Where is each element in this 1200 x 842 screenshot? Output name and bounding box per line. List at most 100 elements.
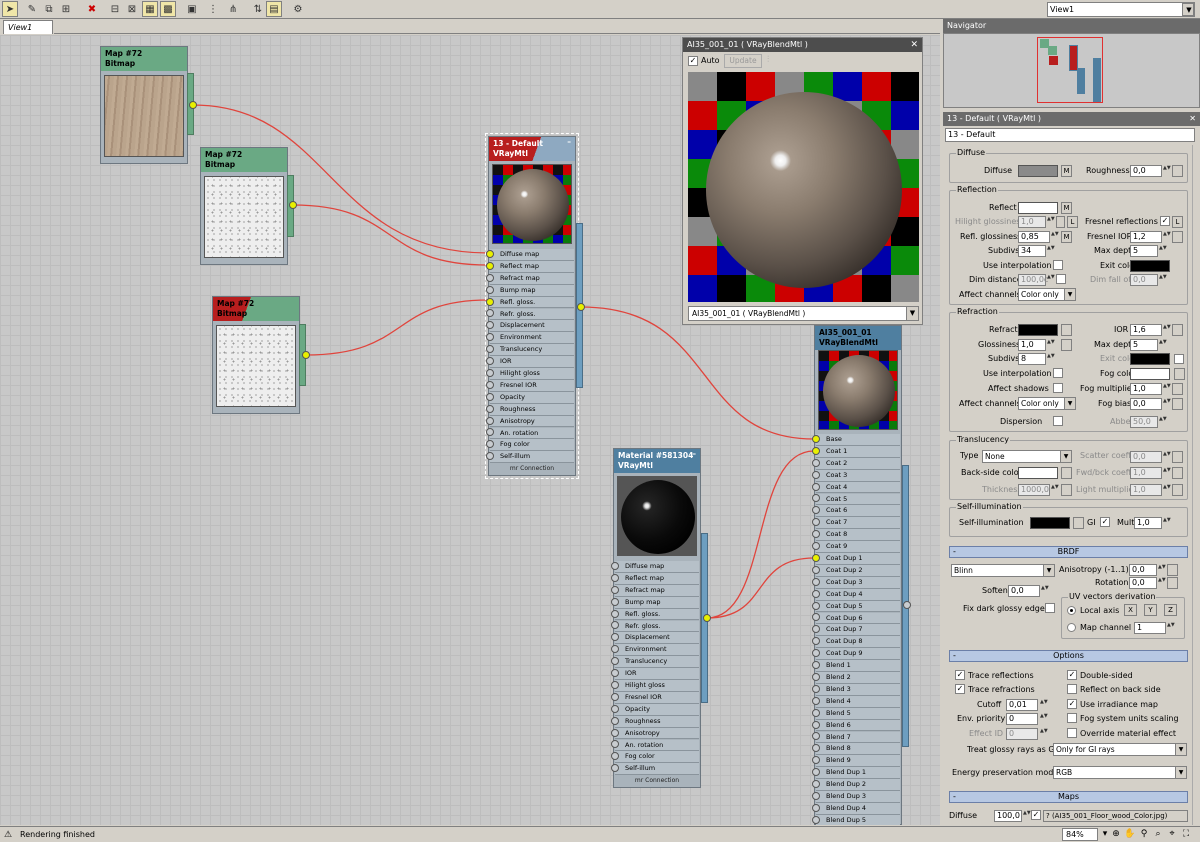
input-socket[interactable]: [611, 692, 619, 701]
node-slot[interactable]: Coat 3: [812, 469, 900, 482]
spinner-icon[interactable]: ▲▼: [1041, 585, 1049, 597]
input-socket[interactable]: [812, 506, 820, 515]
trace-reflections-checkbox[interactable]: ✓: [955, 670, 965, 680]
input-socket[interactable]: [611, 561, 619, 570]
node-slot[interactable]: Coat Dup 1: [812, 553, 900, 565]
node-slot[interactable]: Roughness: [486, 403, 574, 416]
node-slot[interactable]: Blend 7: [812, 731, 900, 744]
input-socket[interactable]: [611, 764, 619, 773]
input-socket[interactable]: [611, 597, 619, 606]
glossiness-field[interactable]: 1,0: [1018, 339, 1046, 351]
node-slot[interactable]: Opacity: [611, 703, 699, 716]
input-socket[interactable]: [611, 740, 619, 749]
node-slot[interactable]: Blend 8: [812, 743, 900, 756]
node-slot[interactable]: Fresnel IOR: [486, 379, 574, 392]
light-multiplier-field[interactable]: 1,0: [1130, 484, 1162, 496]
node-slot[interactable]: Diffuse map: [611, 561, 699, 573]
input-socket[interactable]: [812, 649, 820, 658]
update-button[interactable]: Update: [724, 54, 762, 68]
input-socket[interactable]: [611, 704, 619, 713]
layout-icon[interactable]: ⊟: [107, 1, 123, 17]
input-socket[interactable]: [812, 494, 820, 503]
output-socket[interactable]: [189, 101, 197, 109]
dim-falloff-field[interactable]: 0,0: [1130, 274, 1158, 286]
map-channel-field[interactable]: 1: [1134, 622, 1166, 634]
gi-checkbox[interactable]: ✓: [1100, 517, 1110, 527]
node-header[interactable]: Map #72 Bitmap: [213, 297, 299, 321]
eyedropper-icon[interactable]: ✎: [24, 1, 40, 17]
node-slot[interactable]: IOR: [486, 356, 574, 368]
input-socket[interactable]: [486, 428, 494, 437]
input-socket[interactable]: [486, 309, 494, 318]
max-depth-field[interactable]: 5: [1130, 339, 1158, 351]
input-socket[interactable]: [812, 684, 820, 693]
input-socket[interactable]: [486, 416, 494, 425]
input-socket[interactable]: [486, 452, 494, 461]
node-slot[interactable]: Bump map: [486, 284, 574, 297]
spinner-icon[interactable]: ▲▼: [1040, 713, 1048, 725]
input-socket[interactable]: [812, 577, 820, 586]
zoom-icon[interactable]: ⚲: [1138, 828, 1150, 840]
map-channel-radio[interactable]: [1067, 623, 1076, 632]
trace-refractions-checkbox[interactable]: ✓: [955, 684, 965, 694]
node-slot[interactable]: Environment: [486, 332, 574, 345]
preview-titlebar[interactable]: AI35_001_01 ( VRayBlendMtl ) ✕: [683, 38, 922, 52]
spinner-icon[interactable]: ▲▼: [1047, 339, 1055, 351]
input-socket[interactable]: [611, 621, 619, 630]
input-socket[interactable]: [486, 345, 494, 354]
input-socket[interactable]: [812, 613, 820, 622]
node-slot[interactable]: Coat 4: [812, 481, 900, 494]
settings-icon[interactable]: ⚙: [290, 1, 306, 17]
backside-color-swatch[interactable]: [1018, 467, 1058, 479]
node-slot[interactable]: Hilight gloss: [611, 680, 699, 692]
node-slot[interactable]: Self-illum: [611, 763, 699, 776]
zoom-region-icon[interactable]: ⊕: [1110, 828, 1122, 840]
reflect-color-swatch[interactable]: [1018, 202, 1058, 214]
abbe-field[interactable]: 50,0: [1130, 416, 1158, 428]
view-select[interactable]: View1 ▼: [1047, 2, 1195, 17]
axis-x-button[interactable]: X: [1124, 604, 1137, 616]
node-slot[interactable]: Anisotropy: [486, 415, 574, 428]
node-slot[interactable]: Roughness: [611, 715, 699, 728]
node-slot[interactable]: Reflect map: [486, 260, 574, 273]
input-socket[interactable]: [611, 633, 619, 642]
input-socket[interactable]: [812, 518, 820, 527]
node-header[interactable]: Material #581304 VRayMtl –: [614, 449, 700, 473]
fog-units-checkbox[interactable]: [1067, 713, 1077, 723]
node-slot[interactable]: Displacement: [486, 320, 574, 333]
input-socket[interactable]: [812, 565, 820, 574]
options-icon[interactable]: ⋮: [205, 1, 221, 17]
fog-bias-map-button[interactable]: [1172, 398, 1183, 410]
node-slot[interactable]: Coat 1: [812, 445, 900, 458]
node-slot[interactable]: Coat Dup 9: [812, 648, 900, 661]
thickness-map-button[interactable]: [1061, 484, 1072, 496]
fresnel-lock-button[interactable]: L: [1172, 216, 1183, 228]
input-socket[interactable]: [486, 333, 494, 342]
input-socket[interactable]: [611, 573, 619, 582]
node-slot[interactable]: Base: [812, 434, 900, 446]
exit-color-checkbox[interactable]: [1174, 354, 1184, 364]
node-header[interactable]: 13 - Default VRayMtl –: [489, 137, 575, 161]
input-socket[interactable]: [812, 458, 820, 467]
input-socket[interactable]: [611, 728, 619, 737]
input-socket[interactable]: [611, 657, 619, 666]
refract-map-button[interactable]: [1061, 324, 1072, 336]
double-sided-checkbox[interactable]: ✓: [1067, 670, 1077, 680]
input-socket[interactable]: [812, 553, 820, 562]
dispersion-checkbox[interactable]: [1053, 416, 1063, 426]
spinner-icon[interactable]: ▲▼: [1158, 577, 1166, 589]
exit-color-swatch[interactable]: [1130, 353, 1170, 365]
node-slot[interactable]: Blend 9: [812, 755, 900, 768]
brdf-type-select[interactable]: Blinn ▼: [951, 564, 1055, 577]
dim-distance-field[interactable]: 100,0c: [1018, 274, 1048, 286]
refl-gloss-field[interactable]: 0,85: [1018, 231, 1050, 243]
node-slot[interactable]: Coat Dup 6: [812, 612, 900, 625]
glossiness-map-button[interactable]: [1061, 339, 1072, 351]
subdivs-field[interactable]: 8: [1018, 353, 1046, 365]
parameters-scrollbar[interactable]: [1192, 145, 1200, 825]
fog-color-swatch[interactable]: [1130, 368, 1170, 380]
delete-icon[interactable]: ✖: [84, 1, 100, 17]
node-slot[interactable]: Coat 7: [812, 517, 900, 530]
mult-field[interactable]: 1,0: [1134, 517, 1162, 529]
diffuse-map-button[interactable]: M: [1061, 165, 1072, 177]
